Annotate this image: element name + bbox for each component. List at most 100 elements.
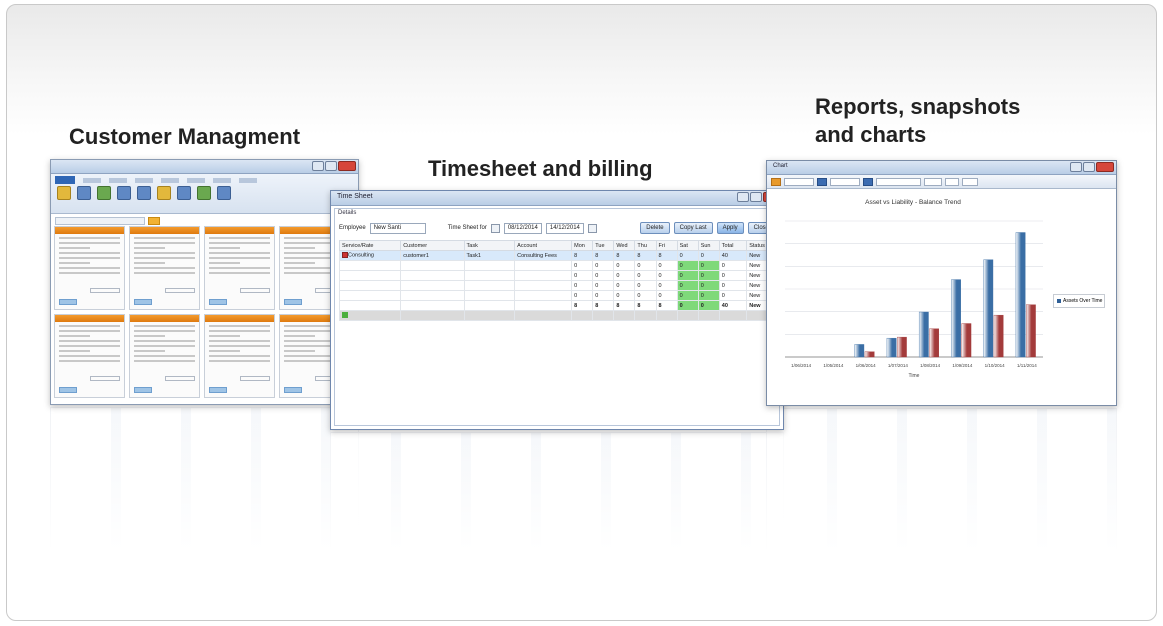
table-cell[interactable]: 0: [634, 270, 657, 281]
column-header[interactable]: Task: [463, 240, 516, 251]
table-cell[interactable]: 0: [697, 300, 720, 311]
close-icon[interactable]: [338, 161, 356, 171]
table-cell[interactable]: 0: [697, 290, 720, 301]
table-row[interactable]: 0 0 0 0 0 0 0 0 New: [338, 260, 779, 271]
maximize-icon[interactable]: [325, 161, 337, 171]
table-cell[interactable]: 8: [613, 250, 636, 261]
table-cell[interactable]: Task1: [463, 250, 516, 261]
table-cell[interactable]: 0: [613, 270, 636, 281]
table-cell[interactable]: 0: [592, 280, 615, 291]
table-row[interactable]: [338, 310, 779, 321]
ribbon-tab[interactable]: [135, 178, 153, 183]
table-cell[interactable]: 0: [697, 270, 720, 281]
table-cell[interactable]: [514, 290, 573, 301]
delete-button[interactable]: Delete: [640, 222, 670, 234]
table-cell[interactable]: [338, 260, 402, 271]
customer-card-button[interactable]: [209, 387, 227, 393]
table-cell[interactable]: 0: [718, 260, 748, 271]
table-cell[interactable]: 0: [697, 250, 720, 261]
table-cell[interactable]: [400, 290, 465, 301]
customer-cards-grid[interactable]: [54, 226, 355, 398]
table-cell[interactable]: 8: [655, 250, 678, 261]
table-cell[interactable]: 8: [592, 250, 615, 261]
table-cell[interactable]: 0: [655, 270, 678, 281]
table-cell[interactable]: 8: [613, 300, 636, 311]
table-cell[interactable]: [571, 310, 594, 321]
save-icon[interactable]: [177, 186, 191, 200]
row-marker-icon[interactable]: [342, 252, 348, 259]
table-cell[interactable]: [400, 260, 465, 271]
report-type-icon[interactable]: [771, 177, 781, 186]
new-customer-icon[interactable]: [57, 186, 71, 200]
table-cell[interactable]: 8: [592, 300, 615, 311]
table-cell[interactable]: [463, 270, 516, 281]
ribbon-tab[interactable]: [161, 178, 179, 183]
ribbon-tabs[interactable]: [51, 174, 358, 184]
table-cell[interactable]: [338, 310, 402, 321]
table-cell[interactable]: 0: [676, 250, 699, 261]
edit-icon[interactable]: [117, 186, 131, 200]
table-cell[interactable]: 0: [676, 300, 699, 311]
ribbon-tab[interactable]: [109, 178, 127, 183]
table-cell[interactable]: 40: [718, 300, 748, 311]
column-header[interactable]: Tue: [592, 240, 615, 251]
table-cell[interactable]: 0: [655, 280, 678, 291]
customer-card-button[interactable]: [284, 299, 302, 305]
table-cell[interactable]: 8: [634, 300, 657, 311]
customer-card-field[interactable]: [165, 376, 195, 381]
table-cell[interactable]: [338, 300, 402, 311]
print-icon[interactable]: [137, 186, 151, 200]
table-cell[interactable]: 0: [676, 290, 699, 301]
ribbon-icons[interactable]: [51, 184, 358, 202]
table-cell[interactable]: 0: [613, 260, 636, 271]
customer-card[interactable]: [129, 314, 200, 398]
customer-card-field[interactable]: [240, 288, 270, 293]
column-header[interactable]: Mon: [571, 240, 594, 251]
date-to-field[interactable]: 14/12/2014: [545, 222, 584, 234]
reports-window-controls[interactable]: [1070, 162, 1114, 172]
apply-button[interactable]: Apply: [716, 222, 744, 234]
table-cell[interactable]: [463, 280, 516, 291]
table-cell[interactable]: [400, 300, 465, 311]
table-cell[interactable]: 0: [655, 260, 678, 271]
add-row-icon[interactable]: [342, 312, 348, 319]
prev-week-button[interactable]: [490, 223, 500, 233]
option-field[interactable]: [945, 177, 959, 186]
customer-card-button[interactable]: [209, 299, 227, 305]
column-header[interactable]: Thu: [634, 240, 657, 251]
customer-ribbon[interactable]: [51, 174, 358, 214]
table-row[interactable]: 0 0 0 0 0 0 0 0 New: [338, 280, 779, 291]
table-cell[interactable]: 0: [676, 270, 699, 281]
table-cell[interactable]: 0: [571, 260, 594, 271]
table-cell[interactable]: [718, 310, 748, 321]
table-cell[interactable]: 0: [718, 280, 748, 291]
table-cell[interactable]: 0: [697, 280, 720, 291]
customer-card[interactable]: [129, 226, 200, 310]
table-cell[interactable]: [400, 310, 465, 321]
run-button[interactable]: [962, 177, 978, 186]
close-icon[interactable]: [1096, 162, 1114, 172]
table-cell[interactable]: [514, 310, 573, 321]
customer-card[interactable]: [204, 314, 275, 398]
customer-search-input[interactable]: [55, 217, 145, 225]
next-week-button[interactable]: [587, 223, 597, 233]
calendar-icon[interactable]: [817, 177, 827, 186]
column-header[interactable]: Account: [514, 240, 573, 251]
customer-card-field[interactable]: [90, 288, 120, 293]
customer-list-icon[interactable]: [77, 186, 91, 200]
customer-card[interactable]: [54, 314, 125, 398]
maximize-icon[interactable]: [1083, 162, 1095, 172]
from-date-field[interactable]: [784, 177, 814, 186]
timesheet-grid[interactable]: Service/Rate Customer Task Account Mon Tue Wed…: [338, 240, 779, 321]
reports-window[interactable]: Chart Asset vs Liability - Balance Trend…: [766, 160, 1117, 406]
ribbon-tab[interactable]: [239, 178, 257, 183]
table-cell[interactable]: 0: [676, 280, 699, 291]
table-cell[interactable]: 0: [718, 290, 748, 301]
table-cell[interactable]: 8: [655, 300, 678, 311]
table-cell[interactable]: [338, 280, 402, 291]
column-header[interactable]: Sun: [697, 240, 720, 251]
table-cell[interactable]: 0: [634, 290, 657, 301]
file-menu-button[interactable]: [55, 176, 75, 184]
table-cell[interactable]: [338, 270, 402, 281]
table-cell[interactable]: [514, 270, 573, 281]
